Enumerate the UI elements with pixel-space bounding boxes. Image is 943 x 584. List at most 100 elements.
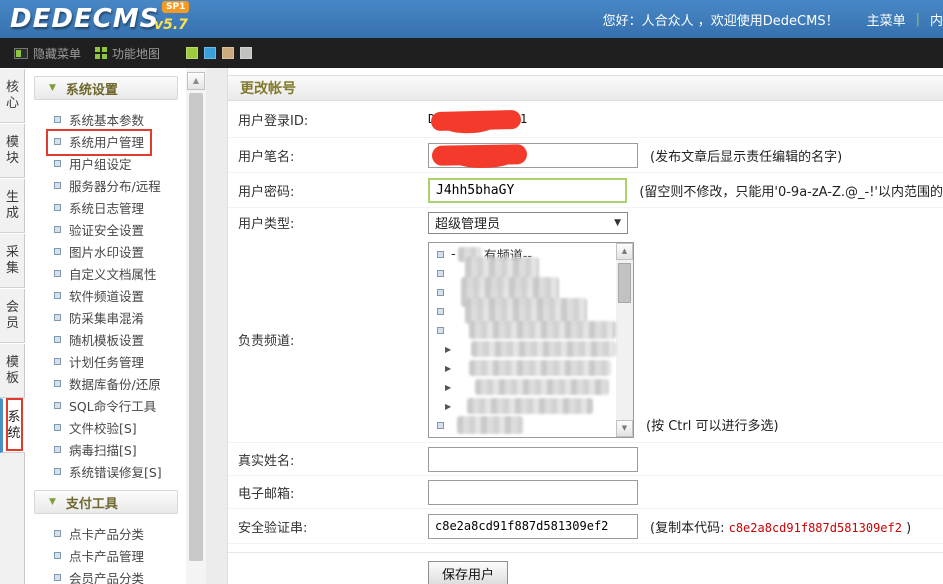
menu-section-header[interactable]: ▼支付工具 — [34, 490, 178, 514]
side-tab-5[interactable]: 会员 — [0, 288, 25, 343]
main-menu-link[interactable]: 主菜单 — [867, 10, 906, 29]
row-pen-name: 用户笔名: (发布文章后显示责任编辑的名字) — [228, 138, 943, 173]
password-label: 用户密码: — [238, 181, 428, 200]
channels-scrollbar-thumb[interactable] — [618, 263, 631, 303]
bullet-icon — [54, 226, 61, 233]
bullet-icon — [54, 314, 61, 321]
side-tab-3[interactable]: 生成 — [0, 178, 25, 233]
menu-section-header[interactable]: ▼系统设置 — [34, 76, 178, 100]
sidebar-item[interactable]: 服务器分布/远程 — [26, 174, 186, 196]
row-user-type: 用户类型: 超级管理员 ▼ — [228, 208, 943, 237]
sidebar-item[interactable]: 会员产品分类 — [26, 566, 186, 584]
side-tab-4[interactable]: 采集 — [0, 233, 25, 288]
email-input[interactable] — [428, 480, 638, 505]
sidebar-item-label: 系统错误修复[S] — [69, 462, 162, 481]
color-swatch[interactable] — [222, 47, 234, 59]
sidebar-scrollbar-thumb[interactable] — [189, 93, 203, 561]
top-header-bar: DEDECMS SP1 v5.7 您好：人合众人 ，欢迎使用DedeCMS！ 主… — [0, 0, 943, 38]
sidebar-item[interactable]: 系统用户管理 — [26, 130, 186, 152]
sidebar-item-label: 服务器分布/远程 — [69, 176, 161, 195]
channel-row[interactable]: ▶ — [429, 378, 616, 397]
sidebar-item[interactable]: 系统日志管理 — [26, 196, 186, 218]
sidebar-item[interactable]: 系统基本参数 — [26, 108, 186, 130]
sidebar-menu: ▼系统设置系统基本参数系统用户管理用户组设定服务器分布/远程系统日志管理验证安全… — [26, 68, 186, 584]
color-swatch[interactable] — [186, 47, 198, 59]
sidebar-item[interactable]: 防采集串混淆 — [26, 306, 186, 328]
scroll-down-icon[interactable]: ▼ — [616, 420, 633, 437]
sidebar-item[interactable]: 用户组设定 — [26, 152, 186, 174]
blur-redaction — [467, 398, 593, 414]
sidebar-item[interactable]: 自定义文档属性 — [26, 262, 186, 284]
blur-redaction — [469, 321, 616, 339]
channels-listbox[interactable]: -有频道--▶▶▶▶ ▲ ▼ — [428, 242, 634, 438]
sidebar-item[interactable]: 点卡产品管理 — [26, 544, 186, 566]
redaction-scribble-login-id — [431, 110, 521, 131]
sidebar-item[interactable]: 点卡产品分类 — [26, 522, 186, 544]
sidebar-item[interactable]: 系统错误修复[S] — [26, 460, 186, 482]
sidebar-item-label: 系统基本参数 — [69, 110, 144, 129]
header-right: 您好：人合众人 ，欢迎使用DedeCMS！ 主菜单 | 内 — [603, 0, 943, 38]
sidebar-item[interactable]: 图片水印设置 — [26, 240, 186, 262]
sidebar-item[interactable]: 病毒扫描[S] — [26, 438, 186, 460]
hide-menu-label: 隐藏菜单 — [33, 45, 81, 62]
row-password: 用户密码: (留空则不修改，只能用'0-9a-zA-Z.@_-!'以内范围的 — [228, 173, 943, 208]
row-save: 保存用户 — [228, 552, 943, 584]
row-safe-code: 安全验证串: (复制本代码: c8e2a8cd91f887d581309ef2 … — [228, 509, 943, 544]
real-name-input[interactable] — [428, 447, 638, 472]
sidebar-item-label: 验证安全设置 — [69, 220, 144, 239]
section-arrow-icon: ▼ — [49, 497, 56, 507]
bullet-icon — [54, 270, 61, 277]
side-tab-1[interactable]: 核心 — [0, 68, 25, 123]
user-type-select[interactable]: 超级管理员 ▼ — [428, 212, 628, 234]
side-tab-2[interactable]: 模块 — [0, 123, 25, 178]
sidebar-item[interactable]: SQL命令行工具 — [26, 394, 186, 416]
greeting-text: 您好：人合众人 ，欢迎使用DedeCMS！ — [603, 10, 839, 29]
row-login-id: 用户登录ID: D 1 — [228, 101, 943, 138]
redaction-scribble-pen-name — [432, 144, 527, 166]
version-label: v5.7 — [154, 17, 188, 33]
password-input[interactable] — [428, 178, 627, 203]
scroll-up-icon[interactable]: ▲ — [187, 72, 205, 90]
row-real-name: 真实姓名: — [228, 443, 943, 476]
channel-row[interactable] — [429, 416, 616, 435]
function-map-button[interactable]: 功能地图 — [95, 45, 160, 62]
sidebar-item[interactable]: 验证安全设置 — [26, 218, 186, 240]
tree-arrow-icon: ▶ — [445, 345, 451, 354]
sidebar-item[interactable]: 数据库备份/还原 — [26, 372, 186, 394]
channel-row[interactable]: ▶ — [429, 359, 616, 378]
scroll-up-icon[interactable]: ▲ — [616, 243, 633, 260]
channel-row[interactable] — [429, 302, 616, 321]
bullet-icon — [437, 327, 444, 334]
content-link-truncated[interactable]: 内 — [930, 10, 943, 29]
side-tab-7[interactable]: 系统 — [0, 398, 25, 453]
link-separator: | — [916, 12, 920, 27]
channels-rows: -有频道--▶▶▶▶ — [429, 245, 616, 435]
sidebar-item[interactable]: 软件频道设置 — [26, 284, 186, 306]
sidebar-item[interactable]: 文件校验[S] — [26, 416, 186, 438]
channel-row[interactable]: ▶ — [429, 340, 616, 359]
side-tab-6[interactable]: 模板 — [0, 343, 25, 398]
sidebar-item[interactable]: 随机模板设置 — [26, 328, 186, 350]
bullet-icon — [54, 574, 61, 581]
sidebar-item-label: 计划任务管理 — [69, 352, 144, 371]
channel-row[interactable] — [429, 321, 616, 340]
sidebar-item-label: 自定义文档属性 — [69, 264, 157, 283]
safe-code-hint: (复制本代码: c8e2a8cd91f887d581309ef2 ) — [650, 517, 911, 536]
bullet-icon — [437, 251, 444, 258]
hide-menu-button[interactable]: 隐藏菜单 — [14, 45, 81, 62]
user-type-label: 用户类型: — [238, 213, 428, 232]
channels-scrollbar[interactable]: ▲ ▼ — [616, 243, 633, 437]
sidebar-item-label: SQL命令行工具 — [69, 396, 156, 415]
section-arrow-icon: ▼ — [49, 83, 56, 93]
sidebar-scrollbar[interactable]: ▲ — [186, 68, 206, 584]
channel-row[interactable]: ▶ — [429, 397, 616, 416]
color-swatch[interactable] — [240, 47, 252, 59]
save-user-button[interactable]: 保存用户 — [428, 561, 508, 584]
sidebar-item-label: 病毒扫描[S] — [69, 440, 137, 459]
user-type-value: 超级管理员 — [435, 213, 614, 232]
color-swatch[interactable] — [204, 47, 216, 59]
tab-strip: 核心模块生成采集会员模板系统 — [0, 68, 25, 584]
dedecms-admin-screen: DEDECMS SP1 v5.7 您好：人合众人 ，欢迎使用DedeCMS！ 主… — [0, 0, 943, 584]
safe-code-input[interactable] — [428, 514, 638, 539]
sidebar-item[interactable]: 计划任务管理 — [26, 350, 186, 372]
